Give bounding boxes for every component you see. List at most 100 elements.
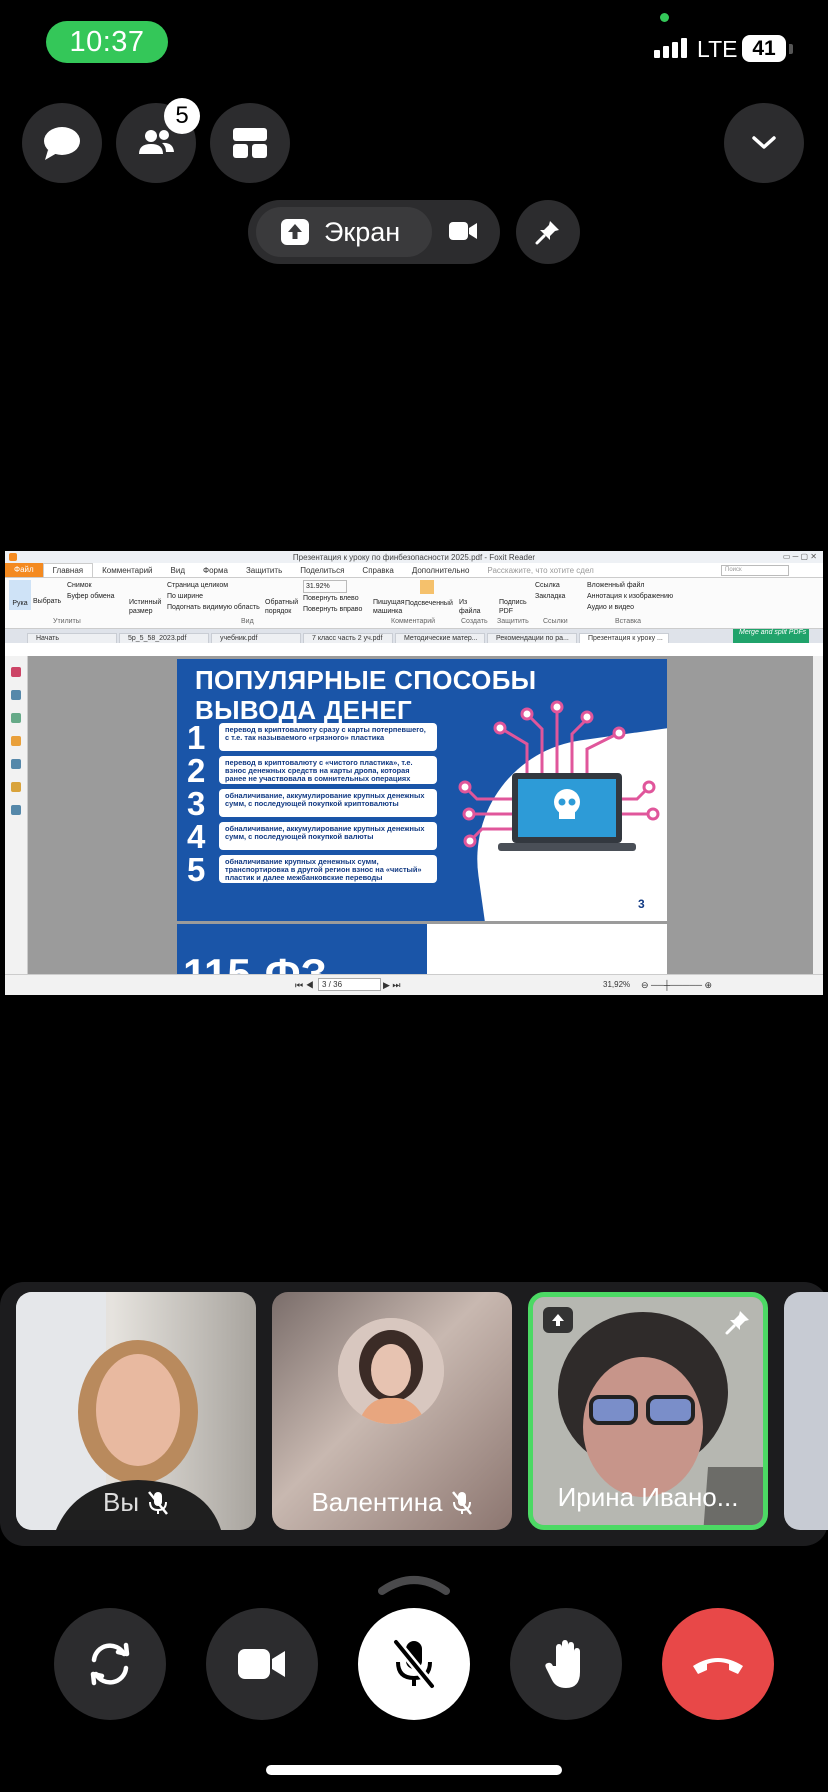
highlight-icon <box>420 580 434 594</box>
doc-tab[interactable]: Методические матер... <box>395 633 485 643</box>
window-title: Презентация к уроку по финбезопасности 2… <box>292 552 536 562</box>
prev-page-buttons[interactable]: ⏮ ◀ <box>295 980 314 991</box>
chevron-down-icon <box>752 136 776 149</box>
fit-visible-button[interactable]: Подогнать видимую область <box>167 602 260 613</box>
from-file-button[interactable]: Из файла <box>459 598 481 616</box>
zoom-slider[interactable]: ⊖ ──┼───── ⊕ <box>641 980 712 991</box>
hand-tool-label: Рука <box>12 600 28 607</box>
select-tool[interactable]: Выбрать <box>33 598 61 605</box>
participant-tile-irina[interactable]: Ирина Ивано... <box>528 1292 768 1530</box>
group-view-label: Вид <box>241 618 254 625</box>
tab-file[interactable]: Файл <box>5 563 43 577</box>
page-number-input[interactable]: 3 / 36 <box>318 978 381 991</box>
fit-width-button[interactable]: По ширине <box>167 591 260 602</box>
reverse-button[interactable]: Обратный порядок <box>265 598 299 616</box>
shared-screen[interactable]: Презентация к уроку по финбезопасности 2… <box>5 551 823 995</box>
nav-signature-icon[interactable] <box>11 805 21 815</box>
camera-share-button[interactable] <box>448 219 478 248</box>
rotate-right-button[interactable]: Повернуть вправо <box>303 604 362 615</box>
participant-tile-next[interactable] <box>784 1292 828 1530</box>
participant-tile-valentina[interactable]: Валентина <box>272 1292 512 1530</box>
doc-tab-active[interactable]: Презентация к уроку ... <box>579 633 669 643</box>
group-comment-label: Комментарий <box>391 618 436 625</box>
from-file-label: Из файла <box>459 599 481 615</box>
ribbon-toolbar: Рука Выбрать Снимок Буфер обмена Утилиты… <box>5 578 823 629</box>
nav-bookmarks-icon[interactable] <box>11 667 21 677</box>
layout-button[interactable] <box>210 103 290 183</box>
slide-item-text: обналичивание, аккумулирование крупных д… <box>219 822 437 850</box>
tab-form[interactable]: Форма <box>194 566 237 575</box>
tell-me-box[interactable]: Расскажите, что хотите сдел <box>478 566 602 575</box>
actual-size-label: Истинный размер <box>129 599 162 615</box>
image-annotation-button[interactable]: Аннотация к изображению <box>587 591 673 602</box>
pin-button[interactable] <box>516 200 580 264</box>
nav-security-icon[interactable] <box>11 782 21 792</box>
zoom-select[interactable]: 31.92% <box>303 580 347 593</box>
tab-home[interactable]: Главная <box>42 563 94 577</box>
fit-page-button[interactable]: Страница целиком <box>167 580 260 591</box>
tab-extra[interactable]: Дополнительно <box>403 566 479 575</box>
audio-video-button[interactable]: Аудио и видео <box>587 602 673 613</box>
tab-protect[interactable]: Защитить <box>237 566 291 575</box>
rotate-left-button[interactable]: Повернуть влево <box>303 593 362 604</box>
actual-size-button[interactable]: Истинный размер <box>129 598 163 616</box>
participant-tile-self[interactable]: Вы <box>16 1292 256 1530</box>
layout-icon <box>233 128 267 158</box>
link-button[interactable]: Ссылка <box>535 580 565 591</box>
doc-tab[interactable]: 7 класс часть 2 уч.pdf <box>303 633 393 643</box>
nav-pages-icon[interactable] <box>11 690 21 700</box>
people-icon <box>139 130 174 154</box>
bookmark-button[interactable]: Закладка <box>535 591 565 602</box>
hang-up-icon <box>693 1658 743 1674</box>
typewriter-button[interactable]: Пишущая машинка <box>373 598 405 616</box>
drawer-handle-icon[interactable] <box>378 1571 450 1595</box>
chat-button[interactable] <box>22 103 102 183</box>
doc-tab[interactable]: Рекомендации по ра... <box>487 633 577 643</box>
screen-share-button[interactable]: Экран <box>256 207 432 257</box>
raise-hand-button[interactable] <box>510 1608 622 1720</box>
slide-item-text: обналичивание, аккумулирование крупных д… <box>219 789 437 817</box>
upload-icon <box>281 219 309 245</box>
group-insert-label: Вставка <box>615 618 642 625</box>
nav-comments-icon[interactable] <box>11 736 21 746</box>
group-protect-label: Защитить <box>497 618 529 625</box>
snapshot-group: Снимок Буфер обмена <box>67 580 115 602</box>
doc-tab[interactable]: учебник.pdf <box>211 633 301 643</box>
vertical-scrollbar[interactable] <box>813 656 823 974</box>
navigation-panel <box>5 656 28 974</box>
next-page-buttons[interactable]: ▶ ⏭ <box>383 980 401 991</box>
avatar-photo <box>338 1318 444 1424</box>
tab-view[interactable]: Вид <box>162 566 194 575</box>
search-input[interactable]: Поиск <box>721 564 789 576</box>
pin-icon[interactable] <box>725 1309 751 1335</box>
sign-pdf-button[interactable]: Подпись PDF <box>499 598 527 616</box>
nav-layers-icon[interactable] <box>11 713 21 723</box>
muted-mic-icon <box>451 1490 472 1515</box>
tab-share[interactable]: Поделиться <box>291 566 353 575</box>
next-slide-page: 115-ФЗ <box>177 924 667 974</box>
participant-name-label: Валентина <box>311 1487 443 1517</box>
document-area[interactable]: ПОПУЛЯРНЫЕ СПОСОБЫ ВЫВОДА ДЕНЕГ 1 перевод… <box>5 656 823 974</box>
slide-item-number: 5 <box>187 851 206 888</box>
tab-comment[interactable]: Комментарий <box>93 566 161 575</box>
status-bar-foxit: ⏮ ◀ 3 / 36 ▶ ⏭ 31,92% ⊖ ──┼───── ⊕ <box>5 974 823 995</box>
doc-tab[interactable]: Начать <box>27 633 117 643</box>
clipboard-button[interactable]: Буфер обмена <box>67 591 115 602</box>
pin-icon <box>535 221 559 245</box>
snapshot-button[interactable]: Снимок <box>67 580 115 591</box>
embedded-file-button[interactable]: Вложенный файл <box>587 580 673 591</box>
document-tabs: Начать 5p_5_58_2023.pdf учебник.pdf 7 кл… <box>5 629 823 643</box>
mute-toggle-button[interactable] <box>358 1608 470 1720</box>
home-indicator[interactable] <box>266 1765 562 1775</box>
collapse-button[interactable] <box>724 103 804 183</box>
doc-tab[interactable]: 5p_5_58_2023.pdf <box>119 633 209 643</box>
tab-help[interactable]: Справка <box>353 566 402 575</box>
highlight-button[interactable]: Подсвеченный <box>405 580 453 609</box>
switch-camera-button[interactable] <box>54 1608 166 1720</box>
muted-mic-icon <box>392 1639 436 1689</box>
merge-banner[interactable]: Merge and split PDFs <box>733 629 809 643</box>
hand-tool[interactable]: Рука <box>9 580 31 610</box>
end-call-button[interactable] <box>662 1608 774 1720</box>
camera-toggle-button[interactable] <box>206 1608 318 1720</box>
nav-attachments-icon[interactable] <box>11 759 21 769</box>
